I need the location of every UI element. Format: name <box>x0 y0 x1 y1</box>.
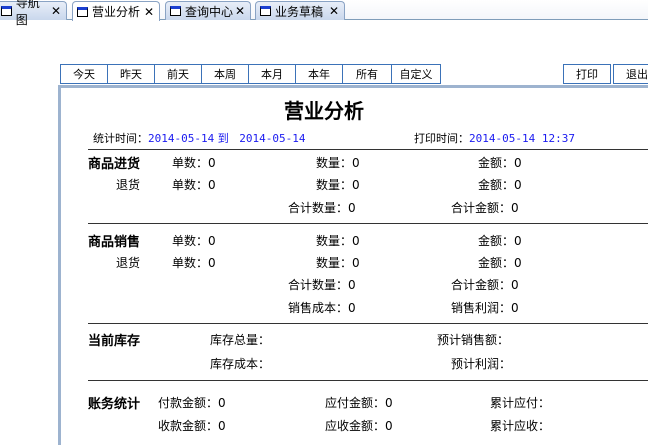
purchase-orders: 单数：0 <box>172 156 216 170</box>
tab-label: 营业分析 <box>92 5 141 19</box>
tab-label: 查询中心 <box>185 4 234 19</box>
yesterday-button[interactable]: 昨天 <box>107 64 155 84</box>
window-icon <box>1 6 12 16</box>
tab-drafts[interactable]: 业务草稿 ✕ <box>255 1 345 20</box>
sales-return-amount: 金额：0 <box>478 256 522 270</box>
window-icon <box>260 6 271 16</box>
purchase-qty: 数量：0 <box>316 156 360 170</box>
purchase-return-amount: 金额：0 <box>478 178 522 192</box>
this-year-button[interactable]: 本年 <box>295 64 343 84</box>
this-month-button[interactable]: 本月 <box>248 64 296 84</box>
purchase-return-label: 退货 <box>116 178 141 192</box>
cumulative-receivable: 累计应收： <box>490 419 551 433</box>
purchase-return-orders: 单数：0 <box>172 178 216 192</box>
today-button[interactable]: 今天 <box>60 64 108 84</box>
stat-period: 统计时间：2014-05-14 到 2014-05-14 <box>93 130 305 146</box>
sales-total-qty: 合计数量：0 <box>288 278 356 292</box>
tab-label: 导航图 <box>15 0 40 27</box>
expected-profit: 预计利润： <box>451 357 512 371</box>
stat-to: 2014-05-14 <box>239 132 306 145</box>
all-button[interactable]: 所有 <box>342 64 392 84</box>
purchase-total-amount: 合计金额：0 <box>451 201 519 215</box>
print-time-value: 2014-05-14 12:37 <box>469 132 575 145</box>
stock-total: 库存总量： <box>210 333 271 347</box>
sales-amount: 金额：0 <box>478 234 522 248</box>
sales-orders: 单数：0 <box>172 234 216 248</box>
tab-bar: 导航图 ✕ 营业分析 ✕ 查询中心 ✕ 业务草稿 ✕ <box>0 0 648 27</box>
cumulative-payable: 累计应付： <box>490 396 551 410</box>
window-icon <box>170 6 181 16</box>
divider <box>88 149 648 150</box>
section-accounts: 账务统计 <box>88 397 141 412</box>
payment-amount: 付款金额：0 <box>158 396 226 410</box>
tab-navigation[interactable]: 导航图 ✕ <box>0 0 67 27</box>
stat-from: 2014-05-14 <box>148 132 215 145</box>
window-icon <box>77 6 88 17</box>
tab-business-analysis[interactable]: 营业分析 ✕ <box>72 1 160 21</box>
stock-cost: 库存成本： <box>210 357 271 371</box>
receivable-amount: 应收金额：0 <box>325 419 393 433</box>
close-icon[interactable]: ✕ <box>144 5 154 19</box>
tab-query-center[interactable]: 查询中心 ✕ <box>165 1 251 20</box>
divider <box>88 380 648 381</box>
print-label: 打印时间： <box>414 132 469 145</box>
stat-label: 统计时间： <box>93 132 148 145</box>
purchase-return-qty: 数量：0 <box>316 178 360 192</box>
close-icon[interactable]: ✕ <box>329 4 339 18</box>
section-purchase: 商品进货 <box>88 157 141 172</box>
custom-button[interactable]: 自定义 <box>391 64 441 84</box>
expected-sales: 预计销售额： <box>437 333 510 347</box>
receipt-amount: 收款金额：0 <box>158 419 226 433</box>
print-time: 打印时间：2014-05-14 12:37 <box>414 130 575 146</box>
day-before-button[interactable]: 前天 <box>154 64 202 84</box>
stat-to-word: 到 <box>217 132 229 145</box>
sales-qty: 数量：0 <box>316 234 360 248</box>
sales-return-label: 退货 <box>116 256 141 270</box>
sales-return-orders: 单数：0 <box>172 256 216 270</box>
purchase-total-qty: 合计数量：0 <box>288 201 356 215</box>
purchase-amount: 金额：0 <box>478 156 522 170</box>
sales-return-qty: 数量：0 <box>316 256 360 270</box>
sales-profit: 销售利润：0 <box>451 301 519 315</box>
payable-amount: 应付金额：0 <box>325 396 393 410</box>
print-button[interactable]: 打印 <box>563 64 611 84</box>
section-stock: 当前库存 <box>88 334 141 349</box>
tab-label: 业务草稿 <box>275 4 324 19</box>
close-icon[interactable]: ✕ <box>235 4 245 18</box>
report-title: 营业分析 <box>284 99 364 123</box>
exit-button[interactable]: 退出 <box>613 64 648 84</box>
divider <box>88 223 648 224</box>
section-sales: 商品销售 <box>88 235 141 250</box>
divider <box>88 323 648 324</box>
close-icon[interactable]: ✕ <box>51 4 61 18</box>
this-week-button[interactable]: 本周 <box>201 64 249 84</box>
sales-total-amount: 合计金额：0 <box>451 278 519 292</box>
sales-cost: 销售成本：0 <box>288 301 356 315</box>
